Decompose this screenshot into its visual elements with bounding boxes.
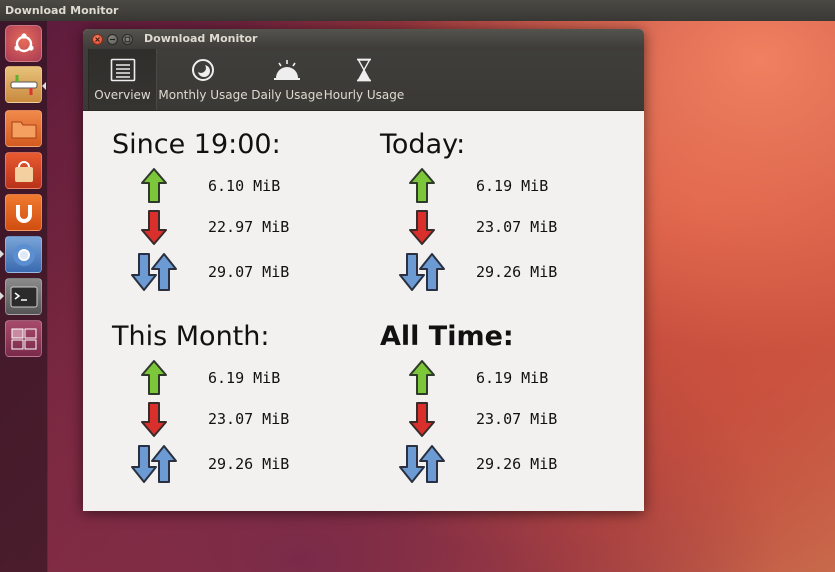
download-arrow-icon <box>141 210 167 245</box>
total-value: 29.26 MiB <box>476 455 558 473</box>
download-row: 22.97 MiB <box>112 209 372 249</box>
upload-arrow-icon <box>409 360 435 395</box>
up-down-arrows-icon <box>399 253 445 291</box>
upload-value: 6.10 MiB <box>208 177 281 195</box>
network-monitor-icon <box>10 74 37 95</box>
total-row: 29.26 MiB <box>380 252 640 292</box>
section-title: All Time: <box>380 321 514 352</box>
up-down-arrows-icon <box>131 253 177 291</box>
maximize-icon <box>124 36 131 43</box>
upload-arrow-icon <box>409 168 435 203</box>
download-row: 23.07 MiB <box>380 401 640 441</box>
ubuntu-logo-icon <box>13 32 34 52</box>
section-today: Today: 6.19 MiB 23.07 MiB 29.26 MiB <box>380 129 640 309</box>
tab-label: Daily Usage <box>251 88 323 102</box>
minimize-icon <box>110 38 115 41</box>
upload-row: 6.19 MiB <box>380 359 640 399</box>
tab-label: Overview <box>94 88 151 102</box>
section-all-time: All Time: 6.19 MiB 23.07 MiB 29.26 MiB <box>380 321 640 501</box>
section-title: Today: <box>380 129 466 160</box>
minimize-button[interactable] <box>107 34 118 45</box>
window-titlebar[interactable]: Download Monitor <box>83 29 644 49</box>
tab-daily-usage[interactable]: Daily Usage <box>251 49 323 110</box>
toolbar: Overview Monthly Usage Daily Usage Hourl… <box>83 49 644 111</box>
upload-row: 6.10 MiB <box>112 167 372 207</box>
chromium-icon <box>12 243 35 266</box>
total-row: 29.26 MiB <box>380 444 640 484</box>
folder-icon <box>11 121 36 138</box>
upload-row: 6.19 MiB <box>112 359 372 399</box>
tab-hourly-usage[interactable]: Hourly Usage <box>323 49 405 110</box>
maximize-button[interactable] <box>122 34 133 45</box>
terminal-icon <box>10 286 37 307</box>
top-panel-title: Download Monitor <box>5 4 119 17</box>
launcher <box>0 21 48 572</box>
tab-label: Monthly Usage <box>158 88 248 102</box>
moon-icon <box>192 59 214 81</box>
tab-overview[interactable]: Overview <box>88 49 157 110</box>
software-center-launcher-icon[interactable] <box>5 152 42 189</box>
upload-value: 6.19 MiB <box>208 369 281 387</box>
overview-panel: Since 19:00: 6.10 MiB 22.97 MiB 29.07 Mi… <box>83 111 644 511</box>
section-title: Since 19:00: <box>112 129 281 160</box>
download-value: 22.97 MiB <box>208 218 290 236</box>
sunrise-icon <box>274 60 300 80</box>
download-value: 23.07 MiB <box>208 410 290 428</box>
upload-arrow-icon <box>141 360 167 395</box>
download-arrow-icon <box>409 210 435 245</box>
shopping-bag-icon <box>14 160 33 182</box>
download-row: 23.07 MiB <box>112 401 372 441</box>
upload-arrow-icon <box>141 168 167 203</box>
up-down-arrows-icon <box>399 445 445 483</box>
total-value: 29.26 MiB <box>208 455 290 473</box>
files-launcher-icon[interactable] <box>5 110 42 147</box>
section-this-month: This Month: 6.19 MiB 23.07 MiB 29.26 MiB <box>112 321 372 501</box>
upload-value: 6.19 MiB <box>476 177 549 195</box>
list-icon <box>110 58 135 82</box>
total-value: 29.07 MiB <box>208 263 290 281</box>
dash-home-button[interactable] <box>5 25 42 62</box>
download-arrow-icon <box>141 402 167 437</box>
upload-value: 6.19 MiB <box>476 369 549 387</box>
top-panel: Download Monitor <box>0 0 835 21</box>
hourglass-icon <box>357 58 371 82</box>
workspaces-icon <box>11 328 36 349</box>
workspace-switcher-launcher-icon[interactable] <box>5 320 42 357</box>
download-value: 23.07 MiB <box>476 218 558 236</box>
section-since: Since 19:00: 6.10 MiB 22.97 MiB 29.07 Mi… <box>112 129 372 309</box>
upload-row: 6.19 MiB <box>380 167 640 207</box>
download-arrow-icon <box>409 402 435 437</box>
download-monitor-launcher-icon[interactable] <box>5 66 42 103</box>
tab-monthly-usage[interactable]: Monthly Usage <box>158 49 248 110</box>
total-row: 29.26 MiB <box>112 444 372 484</box>
tab-label: Hourly Usage <box>323 88 405 102</box>
total-row: 29.07 MiB <box>112 252 372 292</box>
ubuntu-one-icon <box>15 204 32 223</box>
download-row: 23.07 MiB <box>380 209 640 249</box>
window-title: Download Monitor <box>144 32 258 45</box>
close-icon <box>95 37 100 42</box>
ubuntu-one-launcher-icon[interactable] <box>5 194 42 231</box>
download-value: 23.07 MiB <box>476 410 558 428</box>
up-down-arrows-icon <box>131 445 177 483</box>
close-button[interactable] <box>92 34 103 45</box>
section-title: This Month: <box>112 321 270 352</box>
terminal-launcher-icon[interactable] <box>5 278 42 315</box>
download-monitor-window: Download Monitor Overview Monthly Usage … <box>83 29 644 511</box>
chromium-launcher-icon[interactable] <box>5 236 42 273</box>
total-value: 29.26 MiB <box>476 263 558 281</box>
